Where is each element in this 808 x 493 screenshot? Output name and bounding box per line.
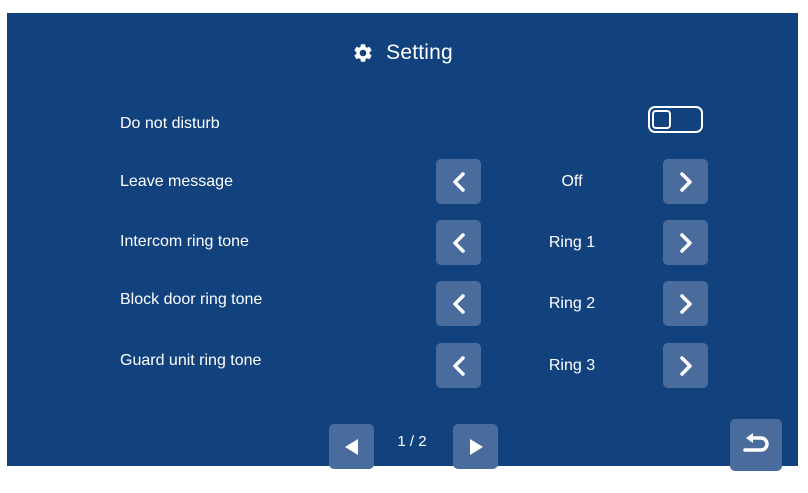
- intercom-ring-tone-next-button[interactable]: [663, 220, 708, 265]
- page-title: Setting: [386, 41, 453, 64]
- triangle-left-icon: [344, 438, 358, 455]
- page-indicator: 1 / 2: [397, 433, 427, 450]
- leave-message-label: Leave message: [120, 173, 233, 190]
- chevron-left-icon: [452, 171, 465, 192]
- chevron-left-icon: [452, 355, 465, 376]
- header: Setting: [7, 39, 798, 67]
- guard-unit-ring-tone-value: Ring 3: [548, 357, 596, 374]
- chevron-right-icon: [679, 355, 692, 376]
- do-not-disturb-toggle[interactable]: [648, 106, 703, 133]
- intercom-ring-tone-value: Ring 1: [548, 234, 596, 251]
- intercom-ring-tone-prev-button[interactable]: [436, 220, 481, 265]
- block-door-ring-tone-label: Block door ring tone: [120, 291, 263, 308]
- guard-unit-ring-tone-prev-button[interactable]: [436, 343, 481, 388]
- gear-icon: [354, 44, 372, 62]
- guard-unit-ring-tone-label: Guard unit ring tone: [120, 352, 262, 369]
- chevron-right-icon: [679, 232, 692, 253]
- leave-message-prev-button[interactable]: [436, 159, 481, 204]
- settings-screen: Setting Do not disturb Leave message Off…: [7, 13, 798, 471]
- toggle-knob: [652, 110, 671, 129]
- back-button[interactable]: [730, 419, 782, 471]
- chevron-left-icon: [452, 232, 465, 253]
- page-next-button[interactable]: [453, 424, 498, 469]
- leave-message-next-button[interactable]: [663, 159, 708, 204]
- page-prev-button[interactable]: [329, 424, 374, 469]
- block-door-ring-tone-prev-button[interactable]: [436, 281, 481, 326]
- guard-unit-ring-tone-next-button[interactable]: [663, 343, 708, 388]
- intercom-ring-tone-label: Intercom ring tone: [120, 233, 249, 250]
- return-arrow-icon: [743, 433, 769, 452]
- triangle-right-icon: [469, 438, 483, 455]
- leave-message-value: Off: [561, 173, 583, 190]
- chevron-left-icon: [452, 293, 465, 314]
- chevron-right-icon: [679, 171, 692, 192]
- do-not-disturb-label: Do not disturb: [120, 115, 220, 132]
- block-door-ring-tone-value: Ring 2: [548, 295, 596, 312]
- block-door-ring-tone-next-button[interactable]: [663, 281, 708, 326]
- chevron-right-icon: [679, 293, 692, 314]
